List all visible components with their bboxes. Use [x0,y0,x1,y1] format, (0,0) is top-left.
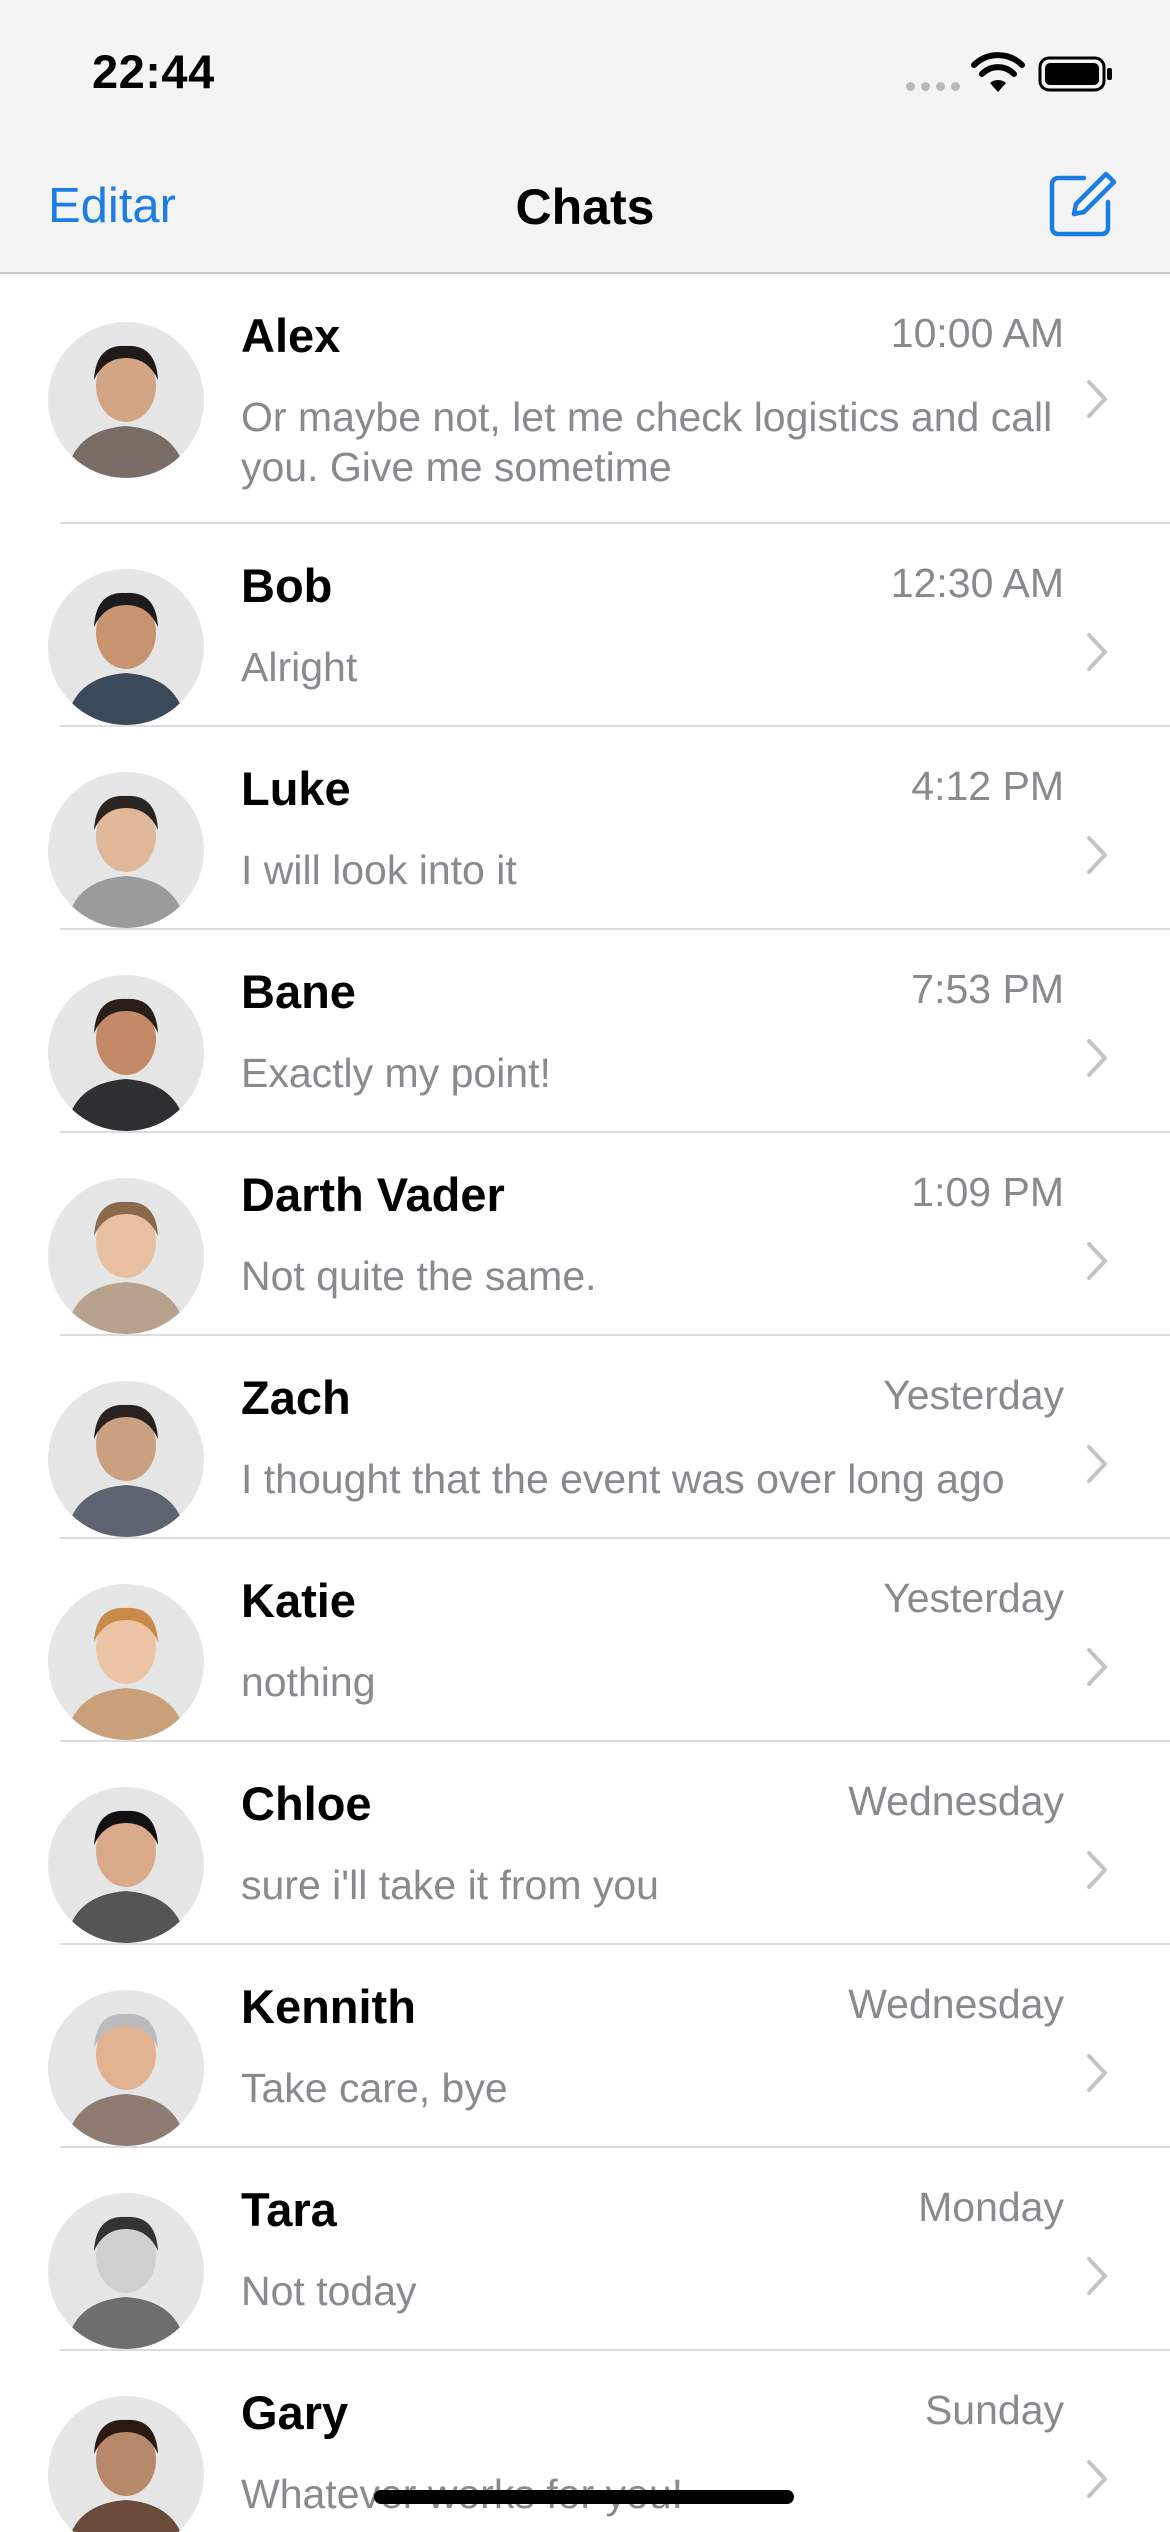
chat-time: 12:30 AM [890,560,1064,606]
avatar [48,1787,204,1943]
chat-time: Wednesday [848,1778,1064,1824]
chat-time: 4:12 PM [911,763,1064,809]
avatar [48,2396,204,2532]
cellular-signal-icon [906,82,960,92]
chat-name: Katie [241,1574,356,1627]
chat-preview: Not quite the same. [241,1253,597,1299]
chat-preview: sure i'll take it from you [241,1862,659,1908]
avatar [48,1990,204,2146]
chat-row[interactable]: Katie Yesterday nothing [0,1539,1170,1742]
chat-name: Bane [241,965,356,1018]
chat-name: Alex [241,309,341,362]
chat-preview: Exactly my point! [241,1050,551,1096]
chat-row[interactable]: Darth Vader 1:09 PM Not quite the same. [0,1133,1170,1336]
status-time: 22:44 [92,45,215,98]
avatar [48,322,204,478]
avatar [48,1584,204,1740]
chevron-right-icon [1087,836,1107,874]
chevron-right-icon [1087,1039,1107,1077]
chat-time: 10:00 AM [890,310,1064,356]
chat-name: Zach [241,1371,351,1424]
chat-preview: Take care, bye [241,2065,508,2111]
avatar [48,2193,204,2349]
chats-screen: 22:44 Editar Chats Alex 10:00 AM Or mayb… [0,0,1170,2532]
chat-name: Kennith [241,1980,416,2033]
chat-time: Monday [918,2184,1064,2230]
chat-name: Gary [241,2386,349,2439]
chat-time: 7:53 PM [911,966,1064,1012]
page-title: Chats [515,179,655,235]
chat-row[interactable]: Gary Sunday Whatever works for you! [0,2351,1170,2532]
chat-row[interactable]: Zach Yesterday I thought that the event … [0,1336,1170,1539]
chevron-right-icon [1087,380,1107,418]
battery-icon [1038,56,1112,92]
chat-row[interactable]: Bane 7:53 PM Exactly my point! [0,930,1170,1133]
home-indicator[interactable] [374,2490,794,2504]
chevron-right-icon [1087,2460,1107,2498]
compose-icon[interactable] [1046,168,1118,240]
chat-time: Wednesday [848,1981,1064,2027]
chevron-right-icon [1087,2054,1107,2092]
chevron-right-icon [1087,1445,1107,1483]
chat-name: Tara [241,2183,337,2236]
chat-preview: Or maybe not, let me check logistics and… [241,394,1053,490]
top-bar: 22:44 Editar Chats [0,0,1170,274]
chevron-right-icon [1087,1242,1107,1280]
chat-name: Chloe [241,1777,372,1830]
chat-time: Sunday [924,2387,1064,2433]
chat-time: 1:09 PM [911,1169,1064,1215]
chat-name: Bob [241,559,333,612]
chat-preview: nothing [241,1659,376,1705]
chat-preview: Not today [241,2268,417,2314]
chat-preview: Alright [241,644,358,690]
chat-time: Yesterday [883,1575,1064,1621]
chat-row[interactable]: Bob 12:30 AM Alright [0,524,1170,727]
avatar [48,569,204,725]
chat-row[interactable]: Alex 10:00 AM Or maybe not, let me check… [0,274,1170,524]
avatar [48,975,204,1131]
chat-row[interactable]: Tara Monday Not today [0,2148,1170,2351]
wifi-icon [971,52,1025,92]
chat-preview: I will look into it [241,847,517,893]
chevron-right-icon [1087,1851,1107,1889]
chevron-right-icon [1087,2257,1107,2295]
chat-row[interactable]: Luke 4:12 PM I will look into it [0,727,1170,930]
chevron-right-icon [1087,1648,1107,1686]
chat-row[interactable]: Chloe Wednesday sure i'll take it from y… [0,1742,1170,1945]
avatar [48,1178,204,1334]
chat-preview: I thought that the event was over long a… [241,1456,1005,1502]
chat-row[interactable]: Kennith Wednesday Take care, bye [0,1945,1170,2148]
avatar [48,772,204,928]
chat-list: Alex 10:00 AM Or maybe not, let me check… [0,274,1170,2532]
chat-name: Darth Vader [241,1168,505,1221]
chat-time: Yesterday [883,1372,1064,1418]
avatar [48,1381,204,1537]
chevron-right-icon [1087,633,1107,671]
chat-name: Luke [241,762,351,815]
